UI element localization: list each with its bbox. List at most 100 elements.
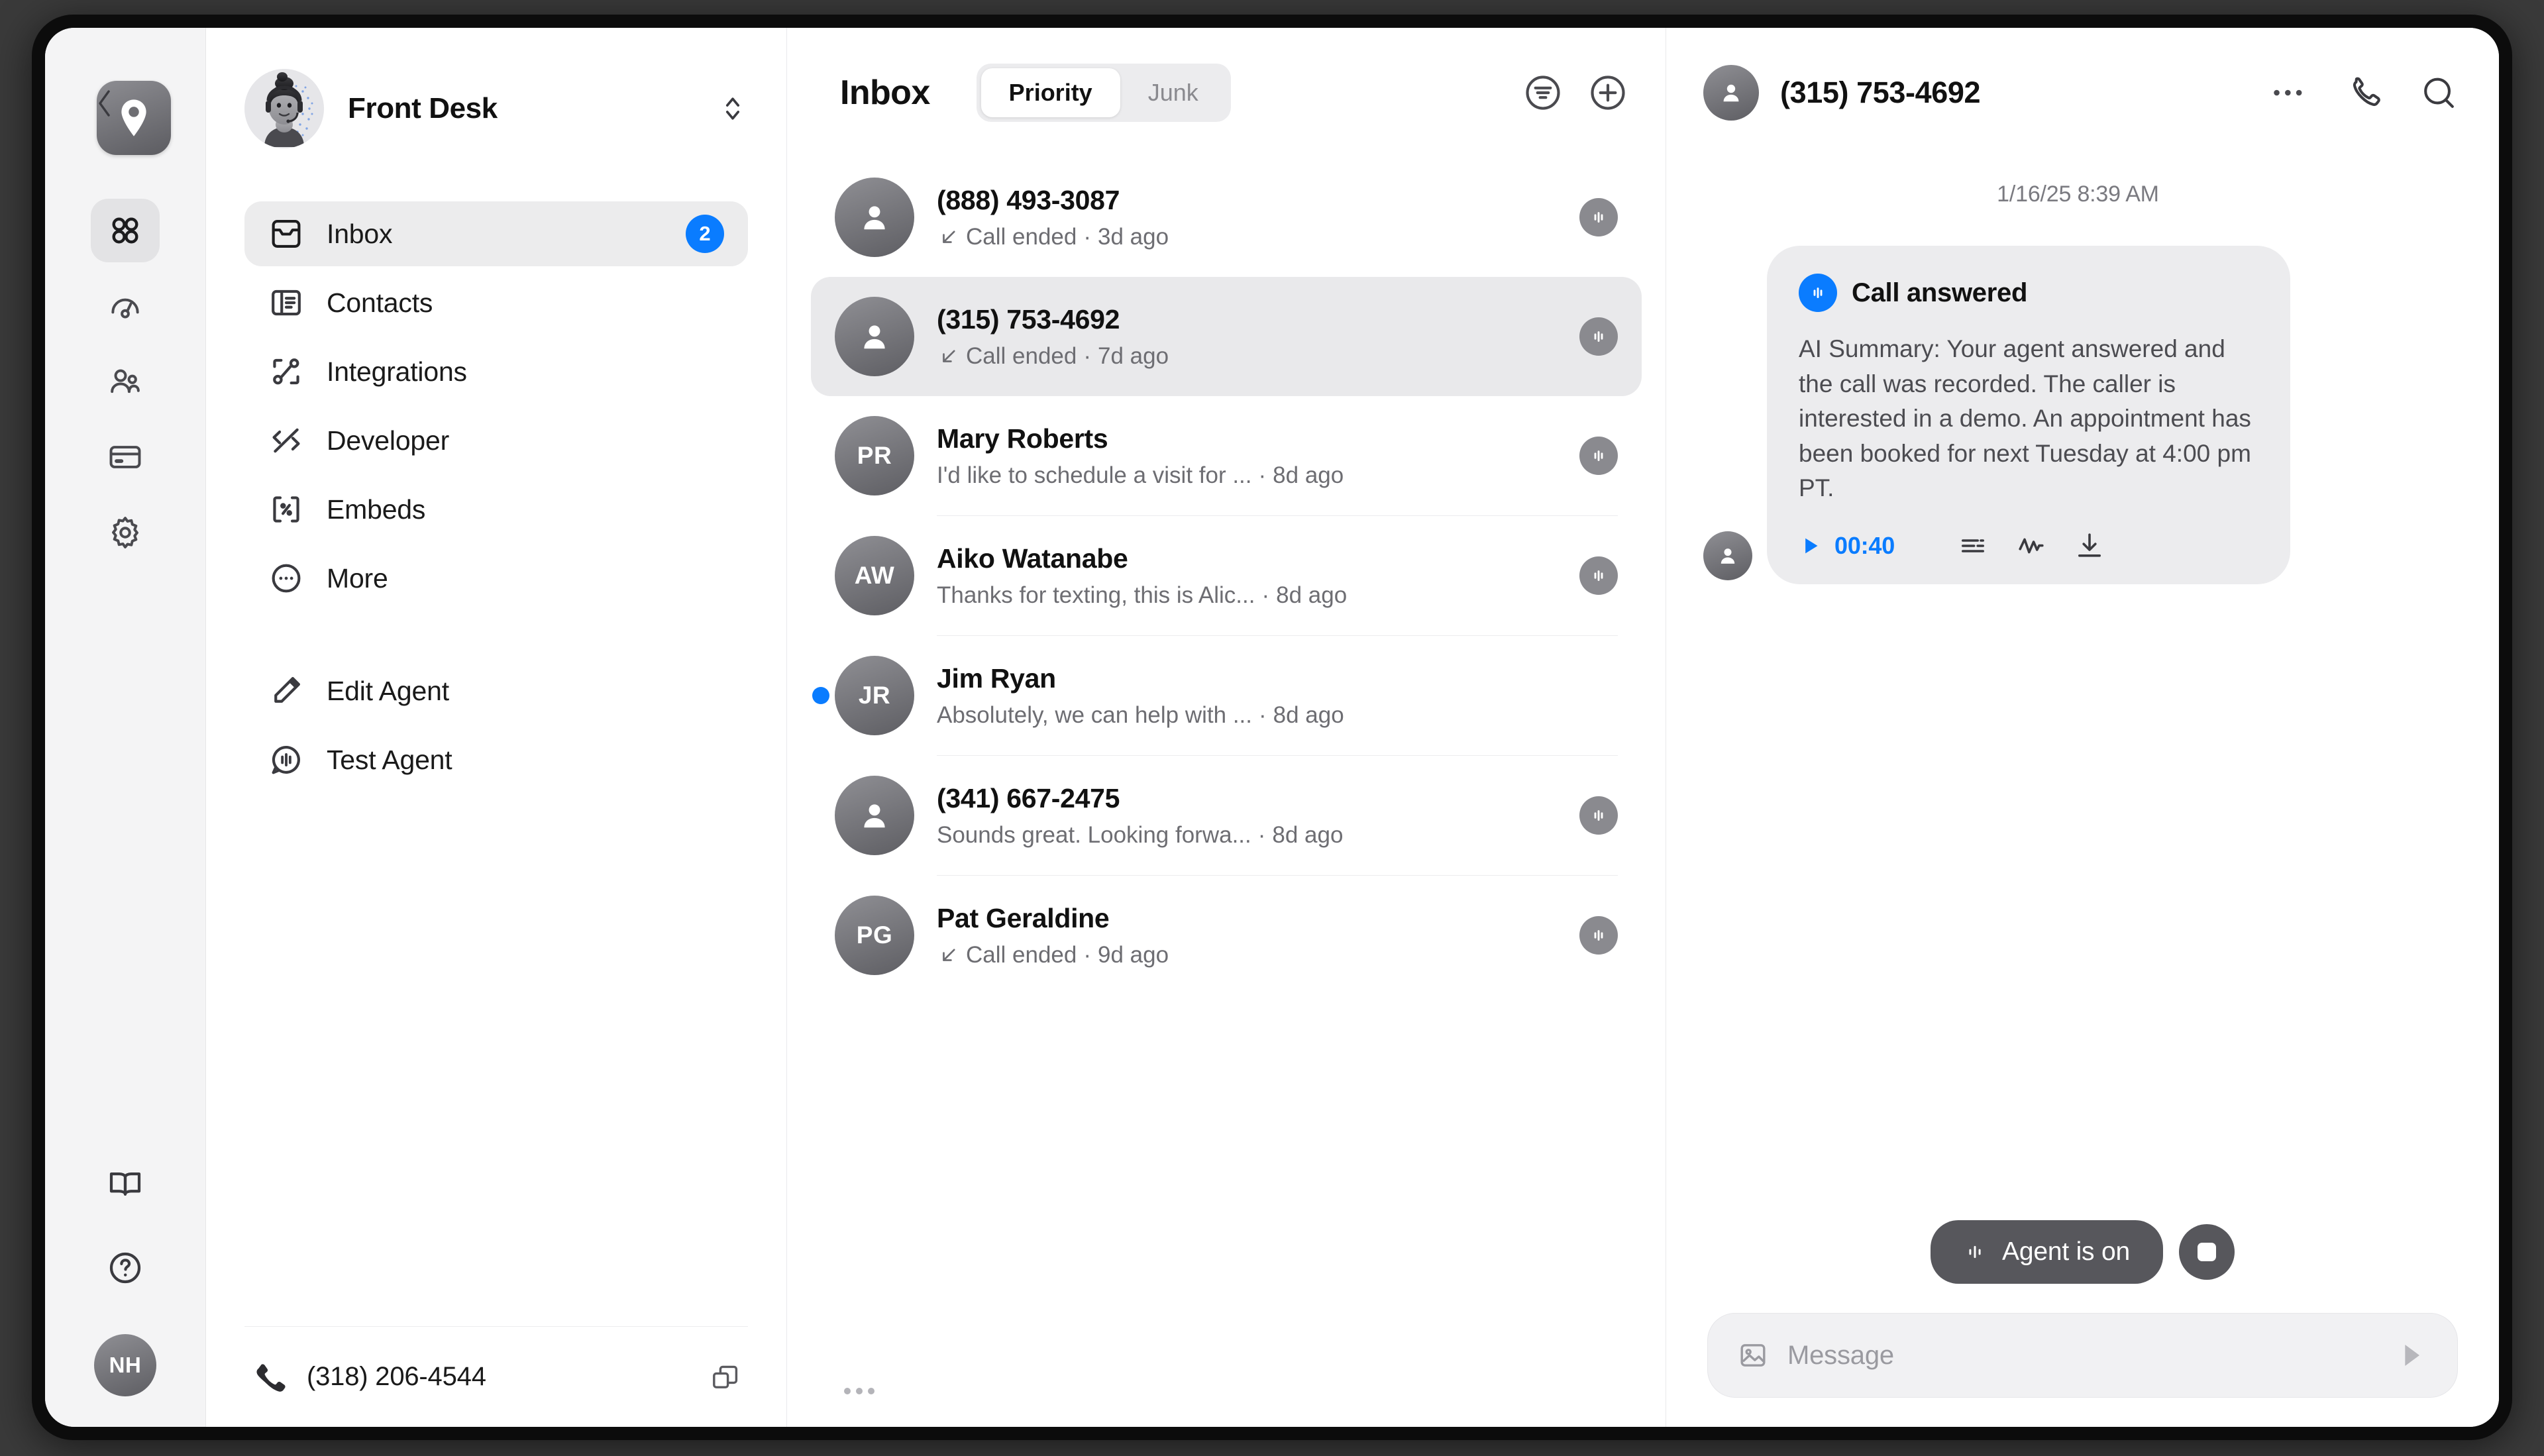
message-input-placeholder[interactable]: Message: [1787, 1341, 2375, 1371]
list-item[interactable]: JR Jim Ryan Absolutely, we can help with…: [811, 636, 1642, 755]
stop-agent-button[interactable]: [2178, 1224, 2235, 1280]
sidebar-item-developer[interactable]: Developer: [244, 408, 748, 473]
list-item[interactable]: (888) 493-3087 Call ended · 3d ago: [811, 158, 1642, 277]
agent-switcher[interactable]: Front Desk: [244, 28, 748, 155]
list-item[interactable]: PR Mary Roberts I'd like to schedule a v…: [811, 396, 1642, 515]
chat-date-divider: 1/16/25 8:39 AM: [1997, 182, 2159, 207]
conversation-preview: Call ended: [966, 223, 1077, 250]
search-icon[interactable]: [2419, 74, 2458, 112]
rail-item-analytics[interactable]: [91, 274, 160, 338]
waveform-badge[interactable]: [1579, 556, 1618, 595]
icon-rail: NH: [45, 28, 206, 1427]
conversation-dot: ·: [1259, 702, 1267, 728]
sidebar-item-more[interactable]: More: [244, 546, 748, 611]
chevron-up-down-icon: [725, 97, 740, 120]
waveform-icon: [1813, 287, 1823, 298]
contacts-icon: [272, 289, 301, 316]
rail-item-docs[interactable]: [91, 1153, 160, 1216]
bubble-title: Call answered: [1852, 278, 2028, 307]
agent-status-row: Agent is on: [1707, 1220, 2458, 1284]
location-pin-icon: [121, 99, 146, 136]
conversation-name: (888) 493-3087: [937, 184, 1120, 215]
sidebar-item-embeds[interactable]: Embeds: [244, 477, 748, 542]
pencil-icon: [274, 677, 300, 703]
conversation-preview-row: Call ended · 9d ago: [937, 942, 1557, 968]
transcript-icon[interactable]: [1957, 530, 1989, 562]
list-item[interactable]: PG Pat Geraldine Call ended · 9d ago: [811, 876, 1642, 995]
avatar: PR: [835, 416, 914, 495]
user-avatar[interactable]: NH: [94, 1334, 156, 1396]
agent-portrait-icon: [244, 69, 324, 148]
test-agent-button[interactable]: Test Agent: [244, 727, 748, 792]
sidebar-item-label: Integrations: [327, 356, 467, 387]
conversation-list[interactable]: (888) 493-3087 Call ended · 3d ago (315)…: [787, 158, 1666, 1365]
person-icon: [1721, 548, 1735, 564]
list-item[interactable]: (315) 753-4692 Call ended · 7d ago: [811, 277, 1642, 396]
grid-apps-icon: [112, 217, 138, 244]
conversation-time: 3d ago: [1098, 223, 1169, 250]
list-item[interactable]: AW Aiko Watanabe Thanks for texting, thi…: [811, 516, 1642, 635]
play-icon: [1805, 538, 1818, 554]
person-icon: [864, 325, 885, 349]
conversation-name: (341) 667-2475: [937, 782, 1120, 813]
inbox-load-more[interactable]: [787, 1365, 1666, 1427]
back-button[interactable]: [91, 90, 118, 117]
play-control[interactable]: 00:40: [1799, 532, 1895, 560]
rail-item-billing[interactable]: [91, 425, 160, 489]
agent-toggle-button[interactable]: Agent is on: [1931, 1220, 2163, 1284]
book-icon: [109, 1172, 141, 1196]
waveform-badge[interactable]: [1579, 796, 1618, 835]
rail-item-settings[interactable]: [91, 501, 160, 564]
audio-wave-icon[interactable]: [2015, 530, 2047, 562]
waveform-circle-icon: [1799, 274, 1837, 312]
gauge-icon: [111, 298, 139, 319]
avatar: [835, 297, 914, 376]
ellipsis-circle-icon: [272, 564, 301, 593]
waveform-badge[interactable]: [1579, 198, 1618, 236]
message-composer[interactable]: Message: [1707, 1313, 2458, 1398]
sidebar-item-integrations[interactable]: Integrations: [244, 339, 748, 404]
image-icon[interactable]: [1737, 1339, 1769, 1371]
list-item-body: Pat Geraldine Call ended · 9d ago: [937, 903, 1557, 968]
conversation-dot: ·: [1257, 821, 1266, 848]
plus-circle-icon[interactable]: [1587, 72, 1628, 113]
sidebar-item-label: Developer: [327, 425, 450, 456]
rail-item-help[interactable]: [91, 1236, 160, 1300]
chat-header: (315) 753-4692: [1666, 28, 2499, 158]
waveform-icon: [1594, 810, 1603, 821]
app-screen: NH Front Desk Inbox 2 Contacts Integrati…: [45, 28, 2499, 1427]
tab-junk[interactable]: Junk: [1120, 68, 1226, 117]
download-icon[interactable]: [2074, 530, 2105, 562]
sidebar-item-contacts[interactable]: Contacts: [244, 270, 748, 335]
person-icon: [1723, 84, 1739, 102]
phone-icon[interactable]: [2345, 74, 2384, 112]
conversation-time: 8d ago: [1273, 462, 1344, 488]
conversation-time: 8d ago: [1272, 821, 1344, 848]
send-icon[interactable]: [2394, 1338, 2428, 1373]
filter-circle-icon[interactable]: [1522, 72, 1564, 113]
waveform-badge[interactable]: [1579, 317, 1618, 356]
waveform-badge[interactable]: [1579, 916, 1618, 955]
edit-agent-button[interactable]: Edit Agent: [244, 658, 748, 723]
sidebar-item-label: Contacts: [327, 287, 433, 318]
waveform-badge[interactable]: [1579, 437, 1618, 475]
conversation-dot: ·: [1258, 462, 1267, 488]
conversation-preview: Call ended: [966, 342, 1077, 369]
list-item-body: (888) 493-3087 Call ended · 3d ago: [937, 185, 1557, 250]
sidebar-item-label: Embeds: [327, 494, 426, 525]
ellipsis-icon[interactable]: [2272, 86, 2309, 99]
chat-footer: Agent is on Message: [1666, 1220, 2499, 1427]
rail-item-apps[interactable]: [91, 199, 160, 262]
tab-priority[interactable]: Priority: [980, 68, 1120, 117]
rail-item-team[interactable]: [91, 350, 160, 413]
sidebar-item-inbox[interactable]: Inbox 2: [244, 201, 748, 266]
conversation-preview: Sounds great. Looking forwa...: [937, 821, 1251, 848]
conversation-preview: I'd like to schedule a visit for ...: [937, 462, 1252, 488]
list-item[interactable]: (341) 667-2475 Sounds great. Looking for…: [811, 756, 1642, 875]
copy-icon[interactable]: [708, 1361, 740, 1393]
credit-card-icon: [109, 446, 141, 468]
agent-switch-chevrons[interactable]: [717, 93, 748, 124]
waveform-icon: [1594, 450, 1603, 461]
conversation-name: Pat Geraldine: [937, 902, 1110, 933]
call-summary-bubble: Call answered AI Summary: Your agent ans…: [1767, 246, 2290, 584]
